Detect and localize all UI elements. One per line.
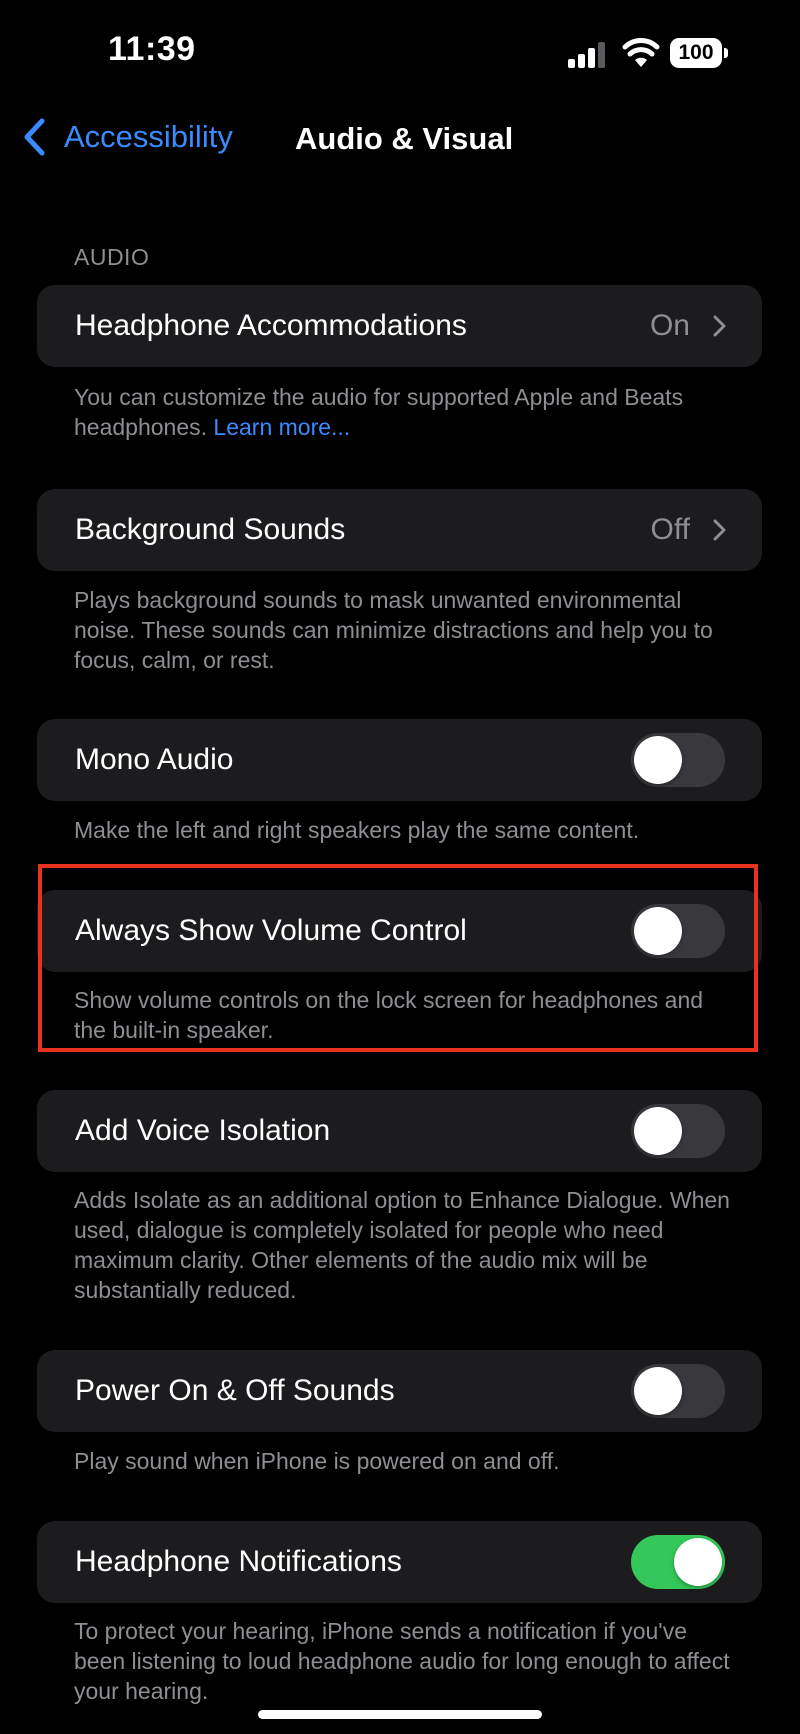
learn-more-link[interactable]: Learn more...	[213, 414, 350, 440]
headphone-accommodations-footer-text: You can customize the audio for supporte…	[74, 384, 684, 440]
mono-audio-label: Mono Audio	[75, 743, 234, 776]
toggle-knob	[634, 736, 682, 784]
headphone-accommodations-row[interactable]: Headphone Accommodations On	[37, 285, 762, 367]
voice-isolation-footer: Adds Isolate as an additional option to …	[74, 1187, 730, 1303]
toggle-knob	[634, 1107, 682, 1155]
voice-isolation-row: Add Voice Isolation	[37, 1090, 762, 1172]
power-sounds-label: Power On & Off Sounds	[75, 1374, 395, 1407]
always-show-volume-row: Always Show Volume Control	[37, 890, 762, 972]
headphone-accommodations-value: On	[649, 309, 690, 342]
always-show-volume-footer: Show volume controls on the lock screen …	[74, 987, 704, 1043]
power-sounds-row: Power On & Off Sounds	[37, 1350, 762, 1432]
power-sounds-toggle[interactable]	[631, 1364, 725, 1418]
toggle-knob	[674, 1538, 722, 1586]
chevron-right-icon	[713, 315, 726, 337]
headphone-notifications-row: Headphone Notifications	[37, 1521, 762, 1603]
headphone-notifications-toggle[interactable]	[631, 1535, 725, 1589]
cellular-signal-icon	[568, 42, 605, 68]
headphone-accommodations-label: Headphone Accommodations	[75, 309, 467, 342]
always-show-volume-label: Always Show Volume Control	[75, 914, 467, 947]
back-button[interactable]: Accessibility	[22, 118, 233, 156]
background-sounds-value: Off	[650, 513, 690, 546]
headphone-accommodations-footer: You can customize the audio for supporte…	[74, 382, 734, 442]
always-show-volume-toggle[interactable]	[631, 904, 725, 958]
section-header-audio: AUDIO	[74, 244, 150, 270]
battery-icon: 100	[670, 38, 730, 70]
wifi-icon	[622, 38, 660, 67]
toggle-knob	[634, 907, 682, 955]
background-sounds-label: Background Sounds	[75, 513, 346, 546]
page-title: Audio & Visual	[295, 121, 514, 156]
background-sounds-row[interactable]: Background Sounds Off	[37, 489, 762, 571]
background-sounds-footer: Plays background sounds to mask unwanted…	[74, 587, 713, 673]
headphone-notifications-label: Headphone Notifications	[75, 1545, 402, 1578]
chevron-right-icon	[713, 519, 726, 541]
voice-isolation-label: Add Voice Isolation	[75, 1114, 331, 1147]
mono-audio-footer: Make the left and right speakers play th…	[74, 817, 640, 843]
headphone-notifications-footer: To protect your hearing, iPhone sends a …	[74, 1618, 730, 1704]
mono-audio-row: Mono Audio	[37, 719, 762, 801]
power-sounds-footer: Play sound when iPhone is powered on and…	[74, 1448, 560, 1474]
voice-isolation-toggle[interactable]	[631, 1104, 725, 1158]
toggle-knob	[634, 1367, 682, 1415]
back-button-label: Accessibility	[64, 119, 233, 154]
chevron-left-icon	[24, 118, 45, 156]
status-time: 11:39	[108, 30, 196, 68]
home-indicator	[258, 1710, 542, 1719]
battery-level: 100	[670, 38, 722, 68]
mono-audio-toggle[interactable]	[631, 733, 725, 787]
